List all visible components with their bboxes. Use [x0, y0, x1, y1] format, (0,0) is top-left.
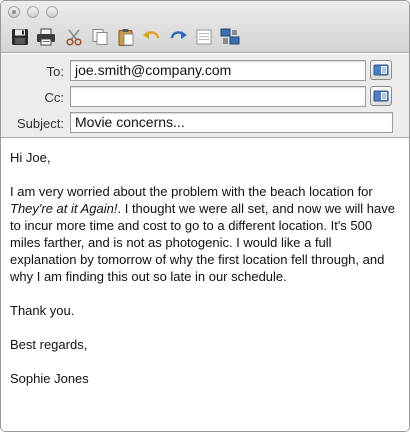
undo-arrow-icon — [143, 31, 160, 39]
scissors-icon — [66, 29, 82, 46]
cc-label: Cc: — [44, 90, 65, 105]
close-window-button[interactable] — [8, 6, 20, 18]
closing-text: Best regards, — [10, 337, 88, 352]
paste-button[interactable] — [113, 26, 139, 48]
message-paragraph: I am very worried about the problem with… — [10, 183, 400, 285]
minimize-window-button[interactable] — [27, 6, 39, 18]
message-body[interactable]: Hi Joe, I am very worried about the prob… — [1, 139, 409, 431]
zoom-window-button[interactable] — [46, 6, 58, 18]
subject-field[interactable]: Movie concerns... — [70, 112, 393, 133]
signature-text: Sophie Jones — [10, 371, 89, 386]
clipboard-icon — [118, 29, 134, 46]
save-button[interactable] — [7, 26, 33, 48]
printer-icon — [37, 28, 55, 46]
title-toolbar — [1, 1, 409, 53]
copy-button[interactable] — [87, 26, 113, 48]
paragraph-text: I am very worried about the problem with… — [10, 184, 373, 199]
redo-button[interactable] — [165, 26, 191, 48]
cc-row: Cc: — [1, 85, 409, 109]
subject-label: Subject: — [17, 116, 64, 131]
to-row: To: joe.smith@company.com — [1, 59, 409, 83]
address-book-icon — [373, 64, 389, 76]
undo-button[interactable] — [139, 26, 165, 48]
network-button[interactable] — [217, 26, 243, 48]
to-label: To: — [46, 64, 64, 79]
network-computers-icon — [220, 28, 240, 45]
document-icon — [196, 29, 212, 45]
cut-button[interactable] — [61, 26, 87, 48]
cc-field[interactable] — [70, 86, 366, 107]
address-book-icon — [373, 90, 389, 102]
movie-title: They're at it Again! — [10, 201, 118, 216]
cc-address-book-button[interactable] — [370, 86, 392, 106]
thanks-text: Thank you. — [10, 303, 75, 318]
toolbar — [7, 26, 243, 48]
to-field[interactable]: joe.smith@company.com — [70, 60, 366, 81]
redo-arrow-icon — [170, 31, 187, 39]
to-address-book-button[interactable] — [370, 60, 392, 80]
window-controls — [8, 6, 58, 18]
copy-icon — [92, 29, 108, 45]
compose-window: To: joe.smith@company.com Cc: Subject: M… — [0, 0, 410, 432]
subject-row: Subject: Movie concerns... — [1, 111, 409, 135]
greeting-text: Hi Joe, — [10, 150, 51, 165]
print-button[interactable] — [33, 26, 59, 48]
message-header: To: joe.smith@company.com Cc: Subject: M… — [1, 54, 409, 138]
format-button[interactable] — [191, 26, 217, 48]
floppy-disk-icon — [12, 29, 28, 45]
